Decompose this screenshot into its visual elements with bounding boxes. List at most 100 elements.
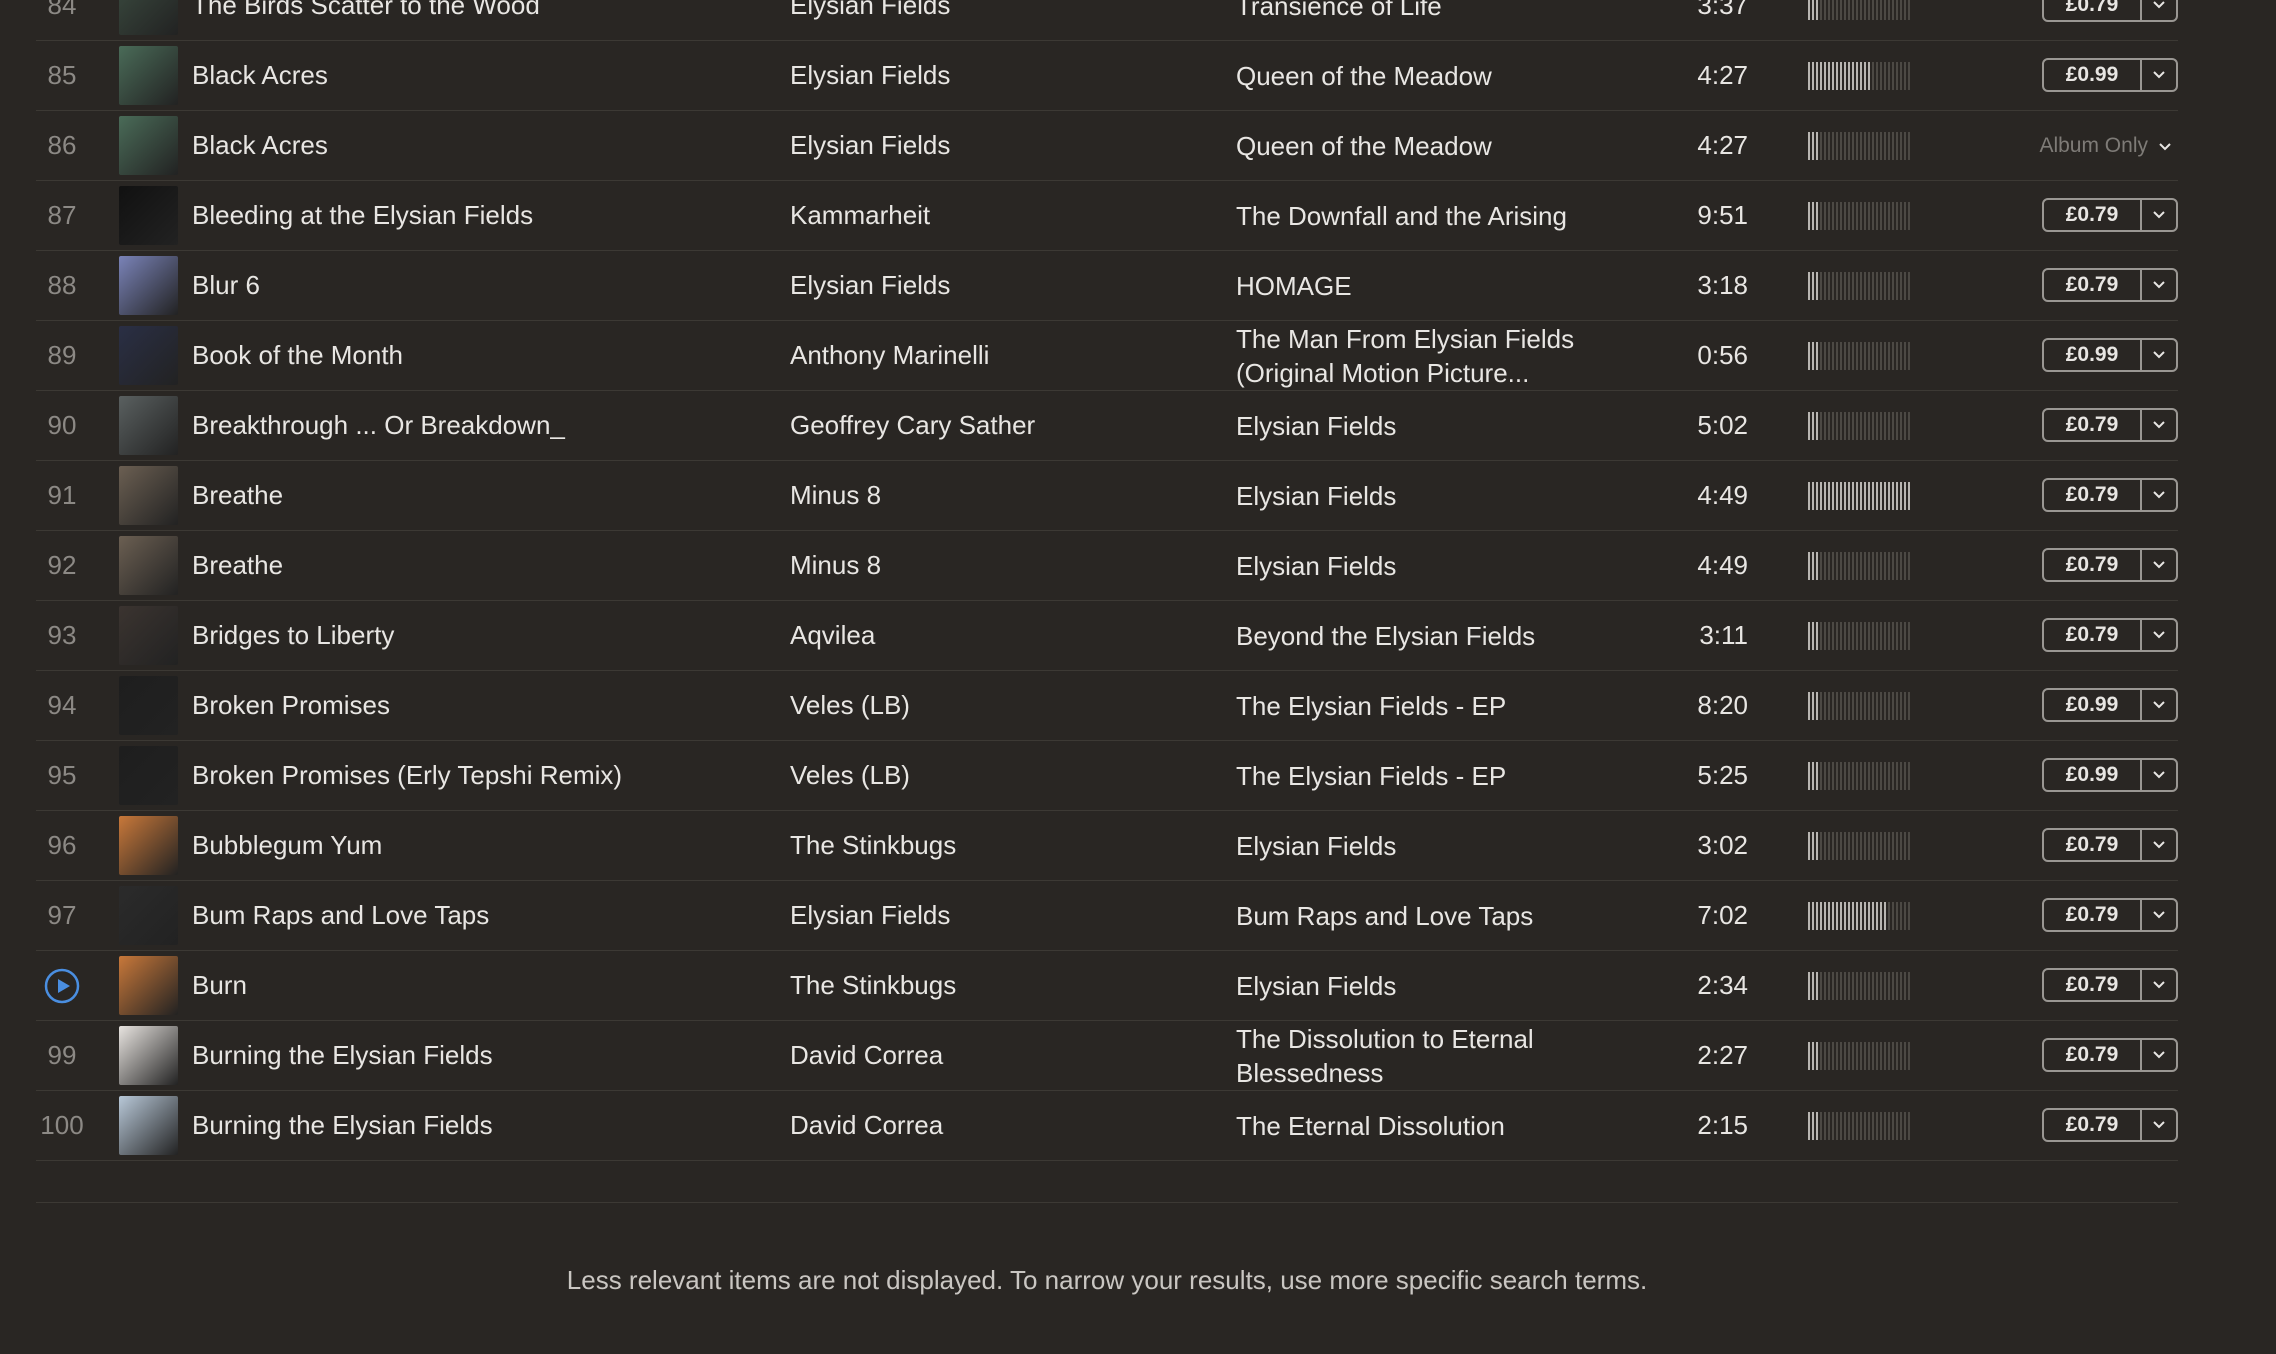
track-title[interactable]: Breathe [192, 550, 283, 581]
buy-price-button[interactable]: £0.79 [2042, 618, 2178, 652]
track-artist[interactable]: Elysian Fields [790, 270, 950, 301]
track-artist[interactable]: David Correa [790, 1110, 943, 1141]
album-artwork[interactable] [119, 326, 178, 385]
price-label[interactable]: £0.79 [2044, 1110, 2142, 1140]
track-title[interactable]: The Birds Scatter to the Wood [192, 0, 540, 21]
album-artwork[interactable] [119, 1026, 178, 1085]
table-row[interactable]: 90 Breakthrough ... Or Breakdown_ Geoffrey… [36, 391, 2178, 461]
album-artwork[interactable] [119, 0, 178, 35]
price-label[interactable]: £0.79 [2044, 830, 2142, 860]
chevron-down-icon[interactable] [2142, 620, 2176, 650]
table-row[interactable]: 91 Breathe Minus 8 Elysian Fields 4:49 £0.79 [36, 461, 2178, 531]
buy-price-button[interactable]: £0.99 [2042, 688, 2178, 722]
chevron-down-icon[interactable] [2142, 830, 2176, 860]
price-label[interactable]: £0.79 [2044, 1040, 2142, 1070]
track-album[interactable]: Elysian Fields [1236, 829, 1636, 863]
buy-price-button[interactable]: £0.79 [2042, 898, 2178, 932]
price-label[interactable]: £0.79 [2044, 0, 2142, 20]
album-artwork[interactable] [119, 606, 178, 665]
track-album[interactable]: Queen of the Meadow [1236, 129, 1636, 163]
track-album[interactable]: The Elysian Fields - EP [1236, 689, 1636, 723]
track-album[interactable]: The Man From Elysian Fields (Original Mo… [1236, 322, 1636, 390]
track-artist[interactable]: The Stinkbugs [790, 970, 956, 1001]
chevron-down-icon[interactable] [2142, 410, 2176, 440]
track-album[interactable]: The Elysian Fields - EP [1236, 759, 1636, 793]
track-artist[interactable]: The Stinkbugs [790, 830, 956, 861]
album-artwork[interactable] [119, 396, 178, 455]
track-album[interactable]: The Dissolution to Eternal Blessedness [1236, 1022, 1636, 1090]
table-row[interactable]: 95 Broken Promises (Erly Tepshi Remix) Vel… [36, 741, 2178, 811]
chevron-down-icon[interactable] [2142, 270, 2176, 300]
track-title[interactable]: Bridges to Liberty [192, 620, 394, 651]
track-album[interactable]: Elysian Fields [1236, 969, 1636, 1003]
album-artwork[interactable] [119, 536, 178, 595]
buy-price-button[interactable]: £0.79 [2042, 1108, 2178, 1142]
album-artwork[interactable] [119, 186, 178, 245]
track-artist[interactable]: Anthony Marinelli [790, 340, 989, 371]
chevron-down-icon[interactable] [2142, 1040, 2176, 1070]
track-album[interactable]: Elysian Fields [1236, 479, 1636, 513]
chevron-down-icon[interactable] [2142, 0, 2176, 20]
track-title[interactable]: Blur 6 [192, 270, 260, 301]
table-row[interactable]: 85 Black Acres Elysian Fields Queen of the … [36, 41, 2178, 111]
buy-price-button[interactable]: £0.79 [2042, 408, 2178, 442]
buy-price-button[interactable]: £0.99 [2042, 58, 2178, 92]
buy-price-button[interactable]: £0.79 [2042, 198, 2178, 232]
track-artist[interactable]: Elysian Fields [790, 0, 950, 21]
track-title[interactable]: Burn [192, 970, 247, 1001]
chevron-down-icon[interactable] [2142, 550, 2176, 580]
album-artwork[interactable] [119, 256, 178, 315]
track-artist[interactable]: Elysian Fields [790, 60, 950, 91]
track-title[interactable]: Broken Promises (Erly Tepshi Remix) [192, 760, 622, 791]
price-label[interactable]: £0.99 [2044, 760, 2142, 790]
track-title[interactable]: Bleeding at the Elysian Fields [192, 200, 533, 231]
track-album[interactable]: Beyond the Elysian Fields [1236, 619, 1636, 653]
price-label[interactable]: £0.79 [2044, 410, 2142, 440]
track-title[interactable]: Breakthrough ... Or Breakdown_ [192, 410, 565, 441]
track-album[interactable]: HOMAGE [1236, 269, 1636, 303]
table-row[interactable]: Burn The Stinkbugs Elysian Fields 2:34 £0.79 [36, 951, 2178, 1021]
album-artwork[interactable] [119, 466, 178, 525]
table-row[interactable]: 100 Burning the Elysian Fields David Corre… [36, 1091, 2178, 1161]
chevron-down-icon[interactable] [2142, 970, 2176, 1000]
table-row[interactable]: 97 Bum Raps and Love Taps Elysian Fields Bu… [36, 881, 2178, 951]
track-title[interactable]: Book of the Month [192, 340, 403, 371]
table-row[interactable]: 84 The Birds Scatter to the Wood Elysian F… [36, 0, 2178, 41]
table-row[interactable]: 96 Bubblegum Yum The Stinkbugs Elysian Fiel… [36, 811, 2178, 881]
album-artwork[interactable] [119, 46, 178, 105]
track-title[interactable]: Bum Raps and Love Taps [192, 900, 489, 931]
buy-price-button[interactable]: £0.79 [2042, 968, 2178, 1002]
table-row[interactable]: 99 Burning the Elysian Fields David Correa… [36, 1021, 2178, 1091]
track-album[interactable]: Elysian Fields [1236, 409, 1636, 443]
track-title[interactable]: Black Acres [192, 60, 328, 91]
price-label[interactable]: £0.79 [2044, 550, 2142, 580]
chevron-down-icon[interactable] [2142, 480, 2176, 510]
track-album[interactable]: The Downfall and the Arising [1236, 199, 1636, 233]
album-artwork[interactable] [119, 956, 178, 1015]
buy-price-button[interactable]: £0.79 [2042, 1038, 2178, 1072]
chevron-down-icon[interactable] [2142, 1110, 2176, 1140]
buy-price-button[interactable]: £0.79 [2042, 548, 2178, 582]
album-artwork[interactable] [119, 746, 178, 805]
track-title[interactable]: Breathe [192, 480, 283, 511]
table-row[interactable]: 87 Bleeding at the Elysian Fields Kammarhe… [36, 181, 2178, 251]
track-title[interactable]: Broken Promises [192, 690, 390, 721]
album-artwork[interactable] [119, 886, 178, 945]
table-row[interactable]: 88 Blur 6 Elysian Fields HOMAGE 3:18 £0.79 [36, 251, 2178, 321]
buy-price-button[interactable]: £0.79 [2042, 0, 2178, 22]
buy-price-button[interactable]: £0.79 [2042, 828, 2178, 862]
album-only-menu[interactable]: Album Only [2039, 134, 2172, 158]
track-artist[interactable]: Elysian Fields [790, 130, 950, 161]
chevron-down-icon[interactable] [2158, 134, 2172, 158]
price-label[interactable]: £0.99 [2044, 340, 2142, 370]
track-artist[interactable]: Minus 8 [790, 480, 881, 511]
price-label[interactable]: £0.79 [2044, 200, 2142, 230]
track-album[interactable]: Transience of Life [1236, 0, 1636, 23]
price-label[interactable]: £0.99 [2044, 60, 2142, 90]
price-label[interactable]: £0.99 [2044, 690, 2142, 720]
track-artist[interactable]: Aqvilea [790, 620, 875, 651]
buy-price-button[interactable]: £0.79 [2042, 478, 2178, 512]
chevron-down-icon[interactable] [2142, 900, 2176, 930]
price-label[interactable]: £0.79 [2044, 620, 2142, 650]
track-artist[interactable]: Minus 8 [790, 550, 881, 581]
